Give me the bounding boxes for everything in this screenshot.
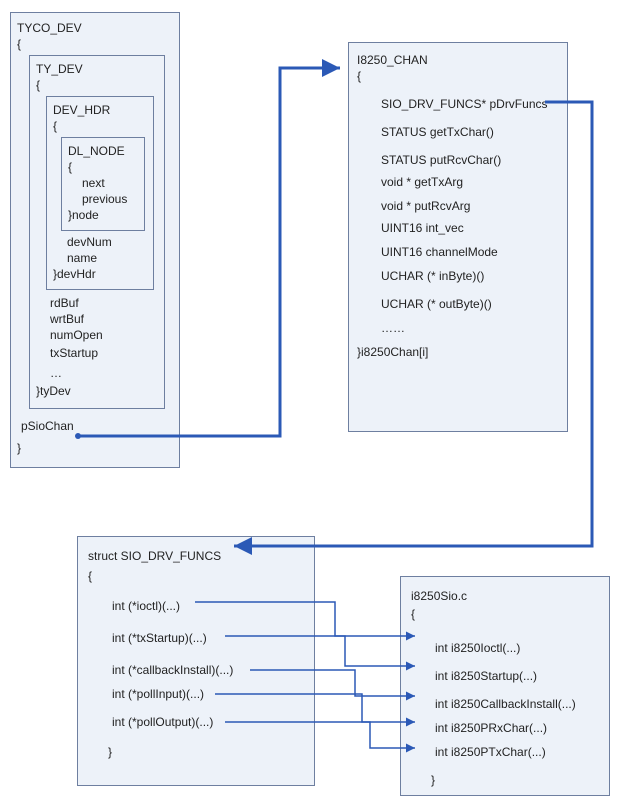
devhdr-open: { <box>53 119 147 133</box>
tyco-open: { <box>17 37 173 51</box>
tydev-title: TY_DEV <box>36 62 158 76</box>
chan-gettxchar: STATUS getTxChar() <box>381 125 559 139</box>
chan-outbyte: UCHAR (* outByte)() <box>381 297 559 311</box>
tyco-psiochan: pSioChan <box>21 419 173 433</box>
i8250-chan-box: I8250_CHAN { SIO_DRV_FUNCS* pDrvFuncs ST… <box>348 42 568 432</box>
sioc-close: } <box>431 773 599 787</box>
tydev-ellipsis: … <box>50 366 158 380</box>
dlnode-open: { <box>68 160 138 174</box>
chan-putrcvarg: void * putRcvArg <box>381 199 559 213</box>
sio-open: { <box>88 569 304 583</box>
dev-hdr-box: DEV_HDR { DL_NODE { next previous }node … <box>46 96 154 290</box>
chan-inbyte: UCHAR (* inByte)() <box>381 269 559 283</box>
tydev-rdbuf: rdBuf <box>50 296 158 310</box>
tyco-title: TYCO_DEV <box>17 21 173 35</box>
chan-open: { <box>357 69 559 83</box>
sioc-open: { <box>411 607 599 621</box>
sio-close: } <box>108 745 304 759</box>
sio-drv-funcs-box: struct SIO_DRV_FUNCS { int (*ioctl)(...)… <box>77 536 315 786</box>
sio-callbackinstall: int (*callbackInstall)(...) <box>112 663 304 677</box>
dlnode-next: next <box>82 176 138 190</box>
sio-txstartup: int (*txStartup)(...) <box>112 631 304 645</box>
sio-ioctl: int (*ioctl)(...) <box>112 599 304 613</box>
chan-pdrvfuncs: SIO_DRV_FUNCS* pDrvFuncs <box>381 97 559 111</box>
devhdr-title: DEV_HDR <box>53 103 147 117</box>
sio-pollinput: int (*pollInput)(...) <box>112 687 304 701</box>
chan-close: }i8250Chan[i] <box>357 345 559 359</box>
dlnode-prev: previous <box>82 192 138 206</box>
chan-intvec: UINT16 int_vec <box>381 221 559 235</box>
chan-channelmode: UINT16 channelMode <box>381 245 559 259</box>
tydev-wrtbuf: wrtBuf <box>50 312 158 326</box>
dlnode-close: }node <box>68 208 138 222</box>
tydev-numopen: numOpen <box>50 328 158 342</box>
sioc-callback: int i8250CallbackInstall(...) <box>435 697 599 711</box>
ty-dev-box: TY_DEV { DEV_HDR { DL_NODE { next previo… <box>29 55 165 409</box>
sioc-ptxchar: int i8250PTxChar(...) <box>435 745 599 759</box>
chan-title: I8250_CHAN <box>357 53 559 67</box>
devhdr-close: }devHdr <box>53 267 147 281</box>
tyco-close: } <box>17 441 173 455</box>
sioc-startup: int i8250Startup(...) <box>435 669 599 683</box>
devhdr-name: name <box>67 251 147 265</box>
chan-putrcvchar: STATUS putRcvChar() <box>381 153 559 167</box>
sio-polloutput: int (*pollOutput)(...) <box>112 715 304 729</box>
sio-title: struct SIO_DRV_FUNCS <box>88 549 304 563</box>
sioc-prxchar: int i8250PRxChar(...) <box>435 721 599 735</box>
devhdr-devnum: devNum <box>67 235 147 249</box>
sioc-ioctl: int i8250Ioctl(...) <box>435 641 599 655</box>
tydev-txstartup: txStartup <box>50 346 158 360</box>
tyco-dev-box: TYCO_DEV { TY_DEV { DEV_HDR { DL_NODE { … <box>10 12 180 468</box>
chan-ellipsis: …… <box>381 321 559 335</box>
tydev-close: }tyDev <box>36 384 158 398</box>
dlnode-title: DL_NODE <box>68 144 138 158</box>
chan-gettxarg: void * getTxArg <box>381 175 559 189</box>
dl-node-box: DL_NODE { next previous }node <box>61 137 145 231</box>
tydev-open: { <box>36 78 158 92</box>
i8250sio-box: i8250Sio.c { int i8250Ioctl(...) int i82… <box>400 576 610 796</box>
sioc-title: i8250Sio.c <box>411 589 599 603</box>
